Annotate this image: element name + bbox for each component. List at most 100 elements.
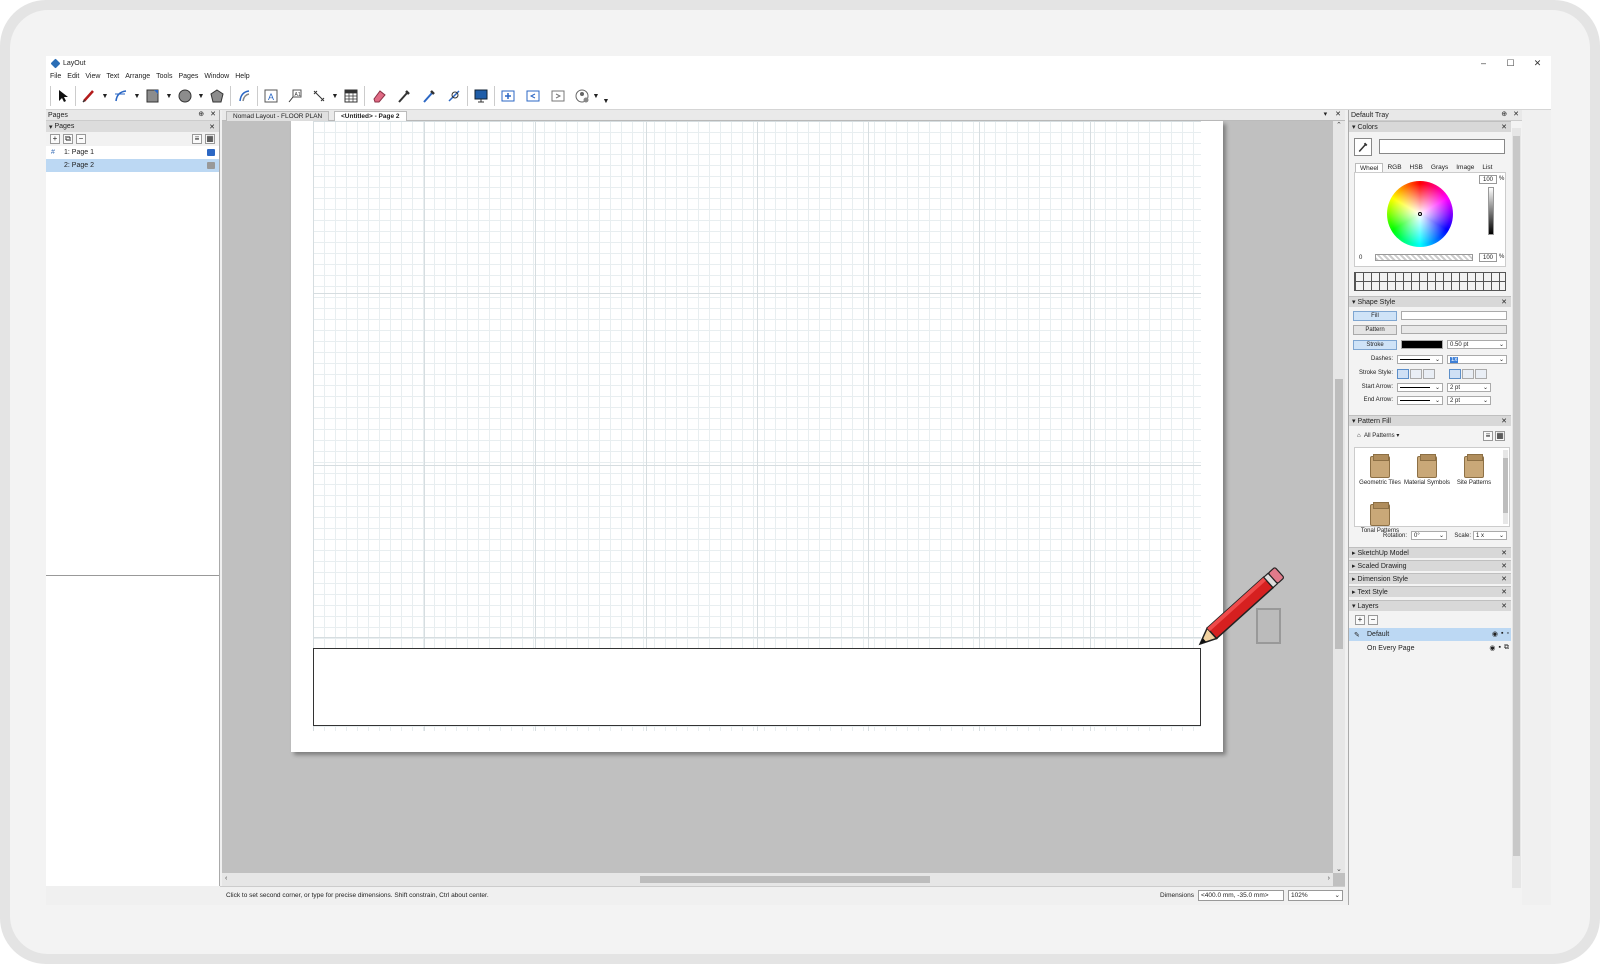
close-section-icon[interactable]: ✕ [1501,298,1507,306]
close-tab-icon[interactable]: ✕ [1335,110,1341,118]
tab-hsb[interactable]: HSB [1406,163,1427,172]
shared-layer-icon[interactable]: ▫ [1507,630,1509,638]
stroke-color-swatch[interactable] [1401,340,1443,349]
scroll-down-icon[interactable]: ⌄ [1336,865,1342,873]
drawn-rectangle[interactable] [313,648,1201,726]
menu-tools[interactable]: Tools [156,73,172,80]
close-section-icon[interactable]: ✕ [1501,417,1507,425]
end-arrow-select[interactable]: ⌄ [1397,396,1443,405]
pattern-fill-section-header[interactable]: ▾ Pattern Fill ✕ [1349,415,1511,426]
color-swatches[interactable] [1354,272,1506,291]
tab-grays[interactable]: Grays [1427,163,1452,172]
list-view-icon[interactable]: ≡ [1483,431,1493,441]
rectangle-tool-dropdown-icon[interactable]: ▼ [165,90,173,102]
shared-layer-icon[interactable]: ⧉ [1504,644,1509,652]
tab-menu-icon[interactable]: ▾ [1324,110,1328,118]
start-arrow-select[interactable]: ⌄ [1397,383,1443,392]
dimension-style-section-header[interactable]: ▸ Dimension Style ✕ [1349,573,1511,584]
tab-image[interactable]: Image [1452,163,1478,172]
stroke-weight-select[interactable]: 0.50 pt ⌄ [1447,340,1507,349]
color-wheel[interactable] [1387,181,1453,247]
end-arrow-size-select[interactable]: 2 pt ⌄ [1447,396,1491,405]
table-tool-icon[interactable] [342,87,360,105]
page-list-item[interactable]: # 1: Page 1 [46,146,219,159]
horizontal-scrollbar[interactable]: ‹ › [222,873,1333,886]
pattern-scrollbar[interactable] [1503,450,1508,524]
style-tool-icon[interactable] [395,87,413,105]
tab-rgb[interactable]: RGB [1383,163,1405,172]
add-layer-button[interactable]: + [1355,615,1365,625]
rectangle-tool-icon[interactable] [144,87,162,105]
opacity-value[interactable]: 100 [1479,253,1497,262]
close-section-icon[interactable]: ✕ [1501,549,1507,557]
pattern-scroll-thumb[interactable] [1503,458,1508,513]
pages-section-header[interactable]: ▾ Pages ✕ [46,121,219,132]
eyedropper-icon[interactable] [1354,138,1372,156]
close-section-icon[interactable]: ✕ [209,123,215,131]
circle-tool-icon[interactable] [176,87,194,105]
pin-icon[interactable]: ⊕ [198,110,204,118]
vertical-scroll-thumb[interactable] [1335,379,1343,649]
close-section-icon[interactable]: ✕ [1501,602,1507,610]
menu-pages[interactable]: Pages [178,73,198,80]
circle-tool-dropdown-icon[interactable]: ▼ [197,90,205,102]
close-tray-icon[interactable]: ✕ [1513,110,1519,118]
layer-item-default[interactable]: ✎ Default ◉ ▪ ▫ [1349,628,1511,641]
menu-edit[interactable]: Edit [67,73,79,80]
maximize-button[interactable]: ☐ [1497,56,1524,70]
close-panel-icon[interactable]: ✕ [210,110,216,118]
fill-color-swatch[interactable] [1401,311,1507,320]
close-section-icon[interactable]: ✕ [1501,123,1507,131]
tab-floor-plan[interactable]: Nomad Layout - FLOOR PLAN [226,111,330,121]
offset-tool-icon[interactable] [235,87,253,105]
pattern-folder[interactable]: Geometric Tiles [1357,454,1403,486]
pattern-swatch[interactable] [1401,325,1507,334]
tray-scroll-thumb[interactable] [1513,136,1520,856]
tab-list[interactable]: List [1478,163,1496,172]
menu-text[interactable]: Text [106,73,119,80]
add-page-icon[interactable] [499,87,517,105]
dimensions-input[interactable]: <400.0 mm, -35.0 mm> [1198,890,1284,901]
start-arrow-size-select[interactable]: 2 pt ⌄ [1447,383,1491,392]
scroll-up-icon[interactable]: ⌃ [1336,121,1342,129]
current-color-swatch[interactable] [1379,139,1505,154]
lock-icon[interactable]: ▪ [1499,644,1501,652]
tab-untitled-page-2[interactable]: <Untitled> - Page 2 [334,111,407,121]
cap-butt-icon[interactable] [1397,369,1409,379]
dimension-tool-icon[interactable] [310,87,328,105]
list-view-icon[interactable]: ≡ [192,134,202,144]
dash-pattern-select[interactable]: ⌄ [1397,355,1443,364]
shape-style-section-header[interactable]: ▾ Shape Style ✕ [1349,296,1511,307]
menu-window[interactable]: Window [204,73,229,80]
remove-layer-button[interactable]: − [1368,615,1378,625]
arc-tool-icon[interactable] [112,87,130,105]
stroke-button[interactable]: Stroke [1353,339,1397,350]
join-miter-icon[interactable] [1449,369,1461,379]
label-tool-icon[interactable]: A1 [286,87,304,105]
opacity-slider[interactable] [1375,254,1473,261]
layers-section-header[interactable]: ▾ Layers ✕ [1349,600,1511,611]
line-tool-icon[interactable] [80,87,98,105]
join-round-icon[interactable] [1462,369,1474,379]
menu-file[interactable]: File [50,73,61,80]
page-settings-icon[interactable] [207,162,215,169]
scale-select[interactable]: 1 x ⌄ [1473,531,1507,540]
close-section-icon[interactable]: ✕ [1501,588,1507,596]
cap-round-icon[interactable] [1410,369,1422,379]
document-page[interactable] [291,121,1223,752]
presentation-page-icon[interactable] [207,149,215,156]
polygon-tool-icon[interactable] [208,87,226,105]
sketchup-model-section-header[interactable]: ▸ SketchUp Model ✕ [1349,547,1511,558]
thumbnail-view-icon[interactable]: ▦ [1495,431,1505,441]
dimension-tool-dropdown-icon[interactable]: ▼ [331,90,339,102]
menu-help[interactable]: Help [235,73,249,80]
duplicate-page-button[interactable]: ⧉ [63,134,73,144]
vertical-scrollbar[interactable]: ⌃ ⌄ [1333,121,1345,873]
panel-divider[interactable] [46,575,219,576]
select-tool-icon[interactable] [54,87,72,105]
close-window-button[interactable]: ✕ [1524,56,1551,70]
dash-scale-select[interactable]: 1x ⌄ [1447,355,1507,364]
sample-tool-icon[interactable] [420,87,438,105]
scroll-right-icon[interactable]: › [1328,875,1330,882]
menu-view[interactable]: View [85,73,100,80]
